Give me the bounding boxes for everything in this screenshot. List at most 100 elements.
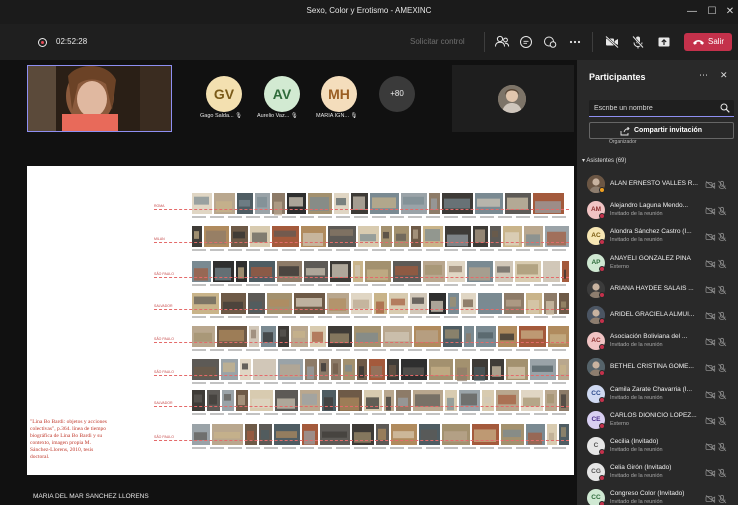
participant-row[interactable]: AP ANAYELI GONZALEZ PIÑA Externo [587, 251, 737, 277]
presence-status-icon [599, 187, 605, 193]
chat-icon[interactable] [517, 33, 535, 51]
timeline-photo-detail [333, 363, 338, 374]
timeline-photo-detail [312, 331, 323, 342]
timeline-photo-detail [194, 332, 212, 342]
participant-media-status [705, 256, 729, 268]
participant-name: ANAYELI GONZALEZ PIÑA [610, 254, 691, 262]
camera-off-icon [705, 233, 716, 242]
timeline-photo-detail [421, 429, 437, 441]
participant-avatar[interactable]: MH [321, 76, 357, 112]
timeline-photo-detail [484, 397, 491, 404]
participant-name: Congreso Color (Invitado) [610, 490, 685, 498]
timeline-photo-detail [296, 298, 322, 307]
presence-status-icon [599, 213, 605, 220]
close-icon[interactable]: ✕ [722, 4, 738, 20]
timeline-photo-detail [274, 230, 296, 237]
timeline-photo-detail [461, 393, 477, 406]
request-control-button[interactable]: Solicitar control [410, 37, 465, 46]
participant-row[interactable]: AC Alondra Sánchez Castro (I... Invitado d… [587, 224, 737, 250]
camera-off-icon[interactable] [603, 33, 621, 51]
timeline-photo-detail [385, 331, 409, 342]
timeline-photo-detail [367, 269, 388, 281]
maximize-icon[interactable]: ☐ [704, 4, 720, 20]
participant-row[interactable]: ALAN ERNESTO VALLES R... [587, 172, 737, 198]
reactions-icon[interactable] [541, 33, 559, 51]
participant-media-status [705, 439, 729, 452]
minimize-icon[interactable]: — [684, 4, 700, 20]
timeline-photo-detail [526, 234, 540, 246]
search-input[interactable] [594, 103, 714, 114]
participant-name: CARLOS DIONICIO LOPEZ... [610, 411, 697, 419]
timeline-photo-detail [280, 329, 286, 337]
timeline-photo-detail [322, 431, 347, 438]
more-icon[interactable] [566, 33, 584, 51]
participant-name: Celia Girón (Invitado) [610, 464, 672, 472]
participants-icon[interactable] [493, 33, 511, 51]
timeline-photo-detail [356, 332, 378, 343]
panel-title: Participantes [589, 72, 646, 82]
mic-off-icon[interactable] [629, 33, 647, 51]
participant-row[interactable]: CG Celia Girón (Invitado) Invitado de la r… [587, 460, 737, 486]
mic-off-icon [718, 468, 727, 478]
participant-avatar[interactable]: AV [264, 76, 300, 112]
timeline-photo-detail [336, 197, 346, 206]
participant-row[interactable]: AC Asociación Boliviana del ... Invitado d… [587, 329, 737, 355]
participant-avatar[interactable]: GV [206, 76, 242, 112]
leave-button[interactable]: Salir [684, 33, 732, 51]
timeline-photo-detail [330, 229, 353, 236]
attendees-section-header[interactable]: ▾ Asistentes (69) [582, 157, 626, 164]
self-video-tile[interactable] [27, 65, 172, 132]
participant-row[interactable]: ARIANA HAYDEE SALAIS ... [587, 277, 737, 303]
timeline-photo-detail [219, 329, 244, 342]
timeline-photo-detail [304, 430, 315, 445]
mic-off-icon [718, 233, 727, 242]
mic-off-icon [718, 180, 727, 190]
share-invitation-button[interactable]: Compartir invitación [589, 122, 734, 139]
shared-slide: ROMA MILAN SÃO PAULO SALVADOR SÃO PAULO SÃO P… [27, 166, 574, 475]
participant-name: Alejandro Laguna Mendo... [610, 202, 689, 210]
more-options-icon[interactable]: ⋯ [699, 70, 708, 81]
timeline-row-divider [154, 342, 569, 343]
participant-name: Camila Zarate Chavarria (I... [610, 385, 692, 393]
participant-row[interactable]: BETHEL CRISTINA GOME... [587, 355, 737, 381]
timeline-photo-detail [508, 366, 525, 379]
timeline-photo-detail [463, 299, 473, 308]
mic-off-icon [718, 259, 727, 268]
participant-row[interactable]: ARIDEL GRACIELA ALMUI... [587, 303, 737, 329]
presence-status-icon [599, 475, 605, 482]
timeline-photo-detail [383, 231, 389, 239]
close-panel-icon[interactable]: ✕ [720, 70, 728, 81]
timeline-photo-detail [372, 197, 396, 209]
timeline-photo [328, 226, 356, 247]
participant-row[interactable]: C Cecilia (Invitado) Invitado de la reunió… [587, 434, 737, 460]
participant-name: BETHEL CRISTINA GOME... [610, 363, 694, 371]
more-participants-button[interactable]: +80 [379, 76, 415, 112]
timeline-photo-detail [215, 267, 231, 281]
timeline-photo-detail [560, 364, 566, 375]
timeline-photo-detail [492, 230, 498, 238]
participant-row[interactable]: CE CARLOS DIONICIO LOPEZ... Externo [587, 408, 737, 434]
search-icon[interactable] [720, 103, 730, 113]
participant-name: Alondra Sánchez Castro (I... [610, 228, 692, 236]
participant-video-tile[interactable] [452, 65, 574, 132]
participant-row[interactable]: CC Camila Zarate Chavarria (I... Invitado … [587, 382, 737, 408]
meeting-toolbar: 02:52:28 Solicitar control Salir [0, 24, 738, 60]
participant-media-status [705, 491, 729, 504]
participant-row[interactable]: AM Alejandro Laguna Mendo... Invitado de l… [587, 198, 737, 224]
participant-row[interactable]: CC Congreso Color (Invitado) Invitado de l… [587, 486, 737, 505]
timeline-photo-detail [359, 366, 364, 378]
participant-name: ARIDEL GRACIELA ALMUI... [610, 311, 695, 318]
camera-off-icon [705, 416, 716, 425]
share-icon [620, 127, 630, 136]
search-box[interactable] [589, 100, 734, 117]
timeline-photo-detail [366, 397, 379, 409]
camera-off-icon [705, 495, 716, 504]
timeline-photo-detail [506, 299, 521, 307]
timeline-photo-detail [547, 231, 566, 246]
mic-off-icon: 🎙 [235, 113, 243, 119]
share-icon[interactable] [655, 33, 673, 51]
timeline-row-caption [192, 249, 567, 251]
timeline-row-label: SALVADOR [154, 304, 173, 308]
timeline-photo-detail [415, 394, 440, 407]
phone-hangup-icon [693, 40, 704, 45]
